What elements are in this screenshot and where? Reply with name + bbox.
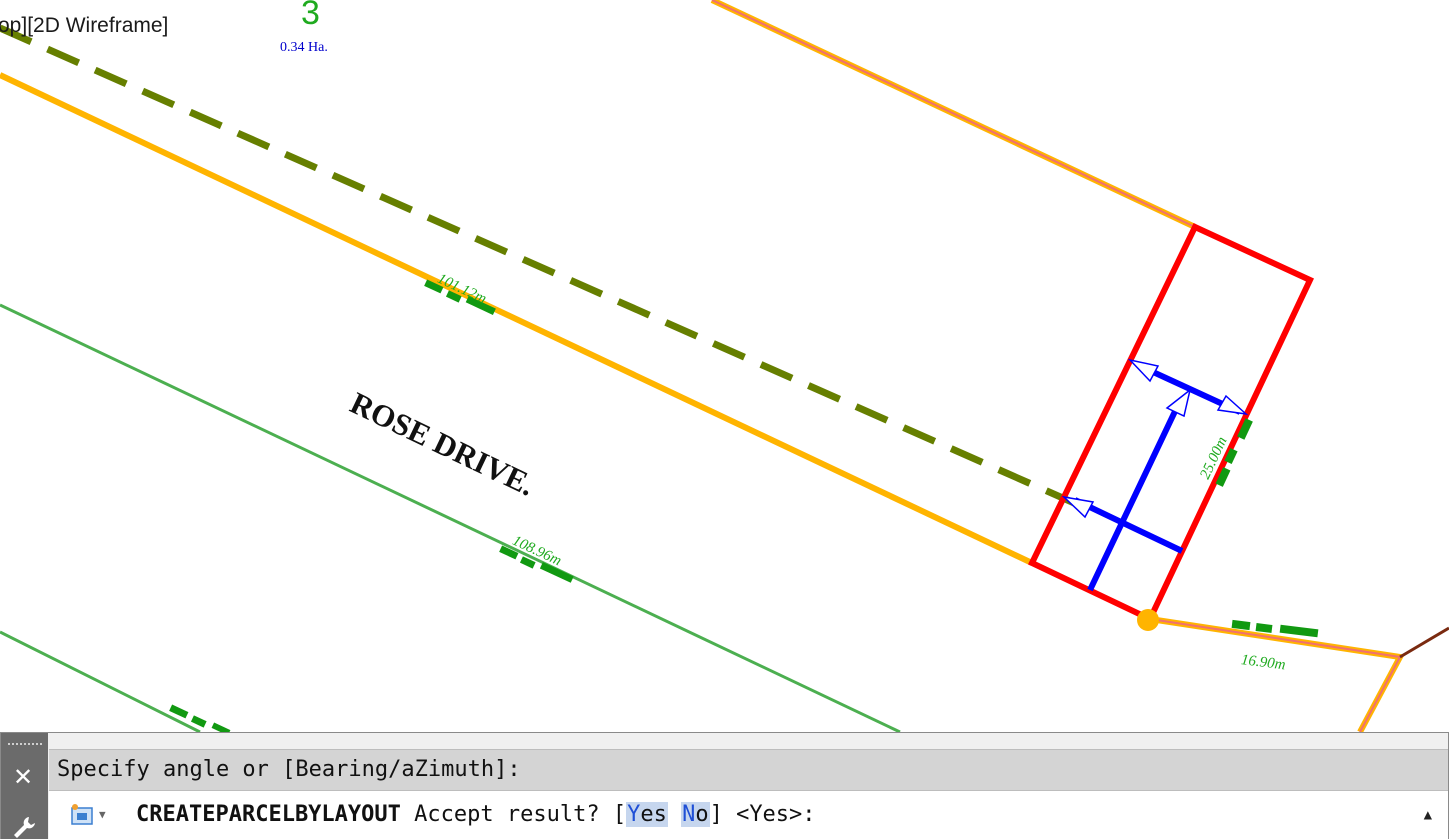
parcel-area-label: 0.34 Ha. (280, 40, 328, 55)
command-prompt: CREATEPARCELBYLAYOUT Accept result? [Yes… (136, 791, 816, 839)
command-history: Specify angle or [Bearing/aZimuth]: (49, 749, 1448, 791)
viewport-controls-label[interactable]: op][2D Wireframe] (0, 14, 168, 38)
command-name: CREATEPARCELBYLAYOUT (136, 802, 401, 827)
arrow-up[interactable] (1165, 388, 1192, 418)
command-line-window[interactable]: ✕ Specify angle or [Bearing/aZimuth]: ▼ … (0, 732, 1449, 839)
drag-grip[interactable] (8, 743, 42, 748)
drawing-canvas[interactable] (0, 0, 1449, 838)
vertex-grip[interactable] (1137, 609, 1159, 631)
option-no[interactable]: No (681, 802, 710, 827)
parcel-boundary-top-inner (711, 0, 1196, 228)
arrow-left-2[interactable] (1061, 495, 1095, 519)
wrench-icon[interactable] (11, 815, 37, 839)
parcel-boundary-right[interactable] (1149, 616, 1405, 734)
prompt-end: ] <Yes>: (709, 802, 816, 827)
prompt-text: Accept result? [ (414, 802, 627, 827)
arrow-left[interactable] (1127, 358, 1160, 383)
chevron-down-icon[interactable]: ▼ (99, 791, 106, 839)
close-icon[interactable]: ✕ (13, 763, 33, 791)
grip-markers[interactable] (169, 279, 1319, 736)
scroll-up-icon[interactable]: ▲ (1424, 791, 1432, 839)
road-edge-green-2[interactable] (0, 630, 201, 734)
parcel-boundary-dark[interactable] (1399, 626, 1449, 659)
parcel-number-label: 3 (301, 0, 320, 32)
lot-axis-long[interactable] (1087, 403, 1181, 592)
option-yes[interactable]: Yes (626, 802, 668, 827)
command-input-row[interactable]: ▼ CREATEPARCELBYLAYOUT Accept result? [Y… (49, 791, 1448, 839)
command-line-sidebar: ✕ (1, 733, 48, 839)
command-icon[interactable] (69, 802, 95, 828)
arrow-right[interactable] (1216, 394, 1249, 416)
